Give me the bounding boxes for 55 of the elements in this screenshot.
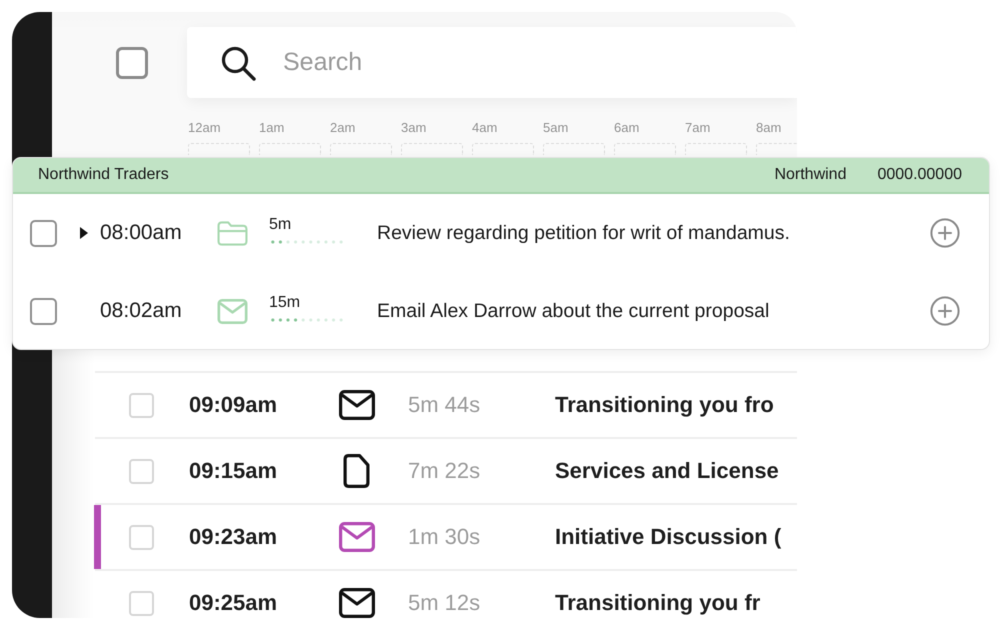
time-slot xyxy=(188,143,250,155)
activity-title: Transitioning you fr xyxy=(555,590,760,616)
envelope-icon xyxy=(217,298,248,324)
entry-time: 08:02am xyxy=(100,299,183,323)
caret-icon[interactable] xyxy=(80,227,88,239)
time-slot xyxy=(756,143,797,155)
hour-label: 1am xyxy=(259,120,284,136)
add-button[interactable] xyxy=(929,217,961,249)
hour-label: 6am xyxy=(614,120,640,136)
folder-icon xyxy=(217,220,248,246)
entry-description: Review regarding petition for writ of mandamus. xyxy=(377,222,791,244)
activity-time: 09:09am xyxy=(189,392,278,418)
add-button[interactable] xyxy=(929,295,961,327)
hour-label: 4am xyxy=(472,120,498,136)
activity-duration: 7m 22s xyxy=(408,458,482,484)
matter-name: Northwind xyxy=(774,166,846,184)
row-checkbox[interactable] xyxy=(129,458,154,484)
activity-duration: 5m 12s xyxy=(408,590,482,616)
time-slot xyxy=(472,143,534,155)
hour-label: 3am xyxy=(401,120,426,136)
hour-label: 12am xyxy=(188,120,221,136)
time-slot xyxy=(543,143,605,155)
row-checkbox[interactable] xyxy=(129,590,154,616)
entry-duration: 5m xyxy=(269,216,292,234)
activity-time: 09:23am xyxy=(189,524,278,550)
plus-circle-icon xyxy=(930,218,960,248)
select-all-checkbox[interactable] xyxy=(116,46,148,78)
activity-title: Services and License xyxy=(555,458,779,484)
entry-duration: 15m xyxy=(269,294,300,312)
search-field[interactable]: Search xyxy=(187,27,797,98)
activity-title: Transitioning you fro xyxy=(555,392,774,418)
activity-duration: 5m 44s xyxy=(408,392,482,418)
activity-duration: 1m 30s xyxy=(408,524,482,550)
hour-label: 2am xyxy=(330,120,356,136)
hour-label: 8am xyxy=(756,120,782,136)
activity-title: Initiative Discussion ( xyxy=(555,524,782,550)
activity-time: 09:15am xyxy=(189,458,278,484)
client-name: Northwind Traders xyxy=(38,166,170,184)
row-checkbox[interactable] xyxy=(129,524,154,550)
plus-circle-icon xyxy=(930,296,960,326)
entry-description: Email Alex Darrow about the current proposal xyxy=(377,300,770,322)
time-slot xyxy=(614,143,676,155)
hour-label: 5am xyxy=(543,120,568,136)
matter-number: 0000.00000 xyxy=(877,166,962,184)
entry-time: 08:00am xyxy=(100,221,183,245)
time-slot xyxy=(259,143,321,155)
hour-label: 7am xyxy=(685,120,710,136)
time-slot xyxy=(401,143,463,155)
entry-checkbox[interactable] xyxy=(30,298,57,324)
time-slot xyxy=(330,143,392,155)
entry-checkbox[interactable] xyxy=(30,220,57,246)
time-slot xyxy=(685,143,747,155)
activity-time: 09:25am xyxy=(189,590,278,616)
search-icon xyxy=(220,44,256,80)
row-checkbox[interactable] xyxy=(129,392,154,418)
